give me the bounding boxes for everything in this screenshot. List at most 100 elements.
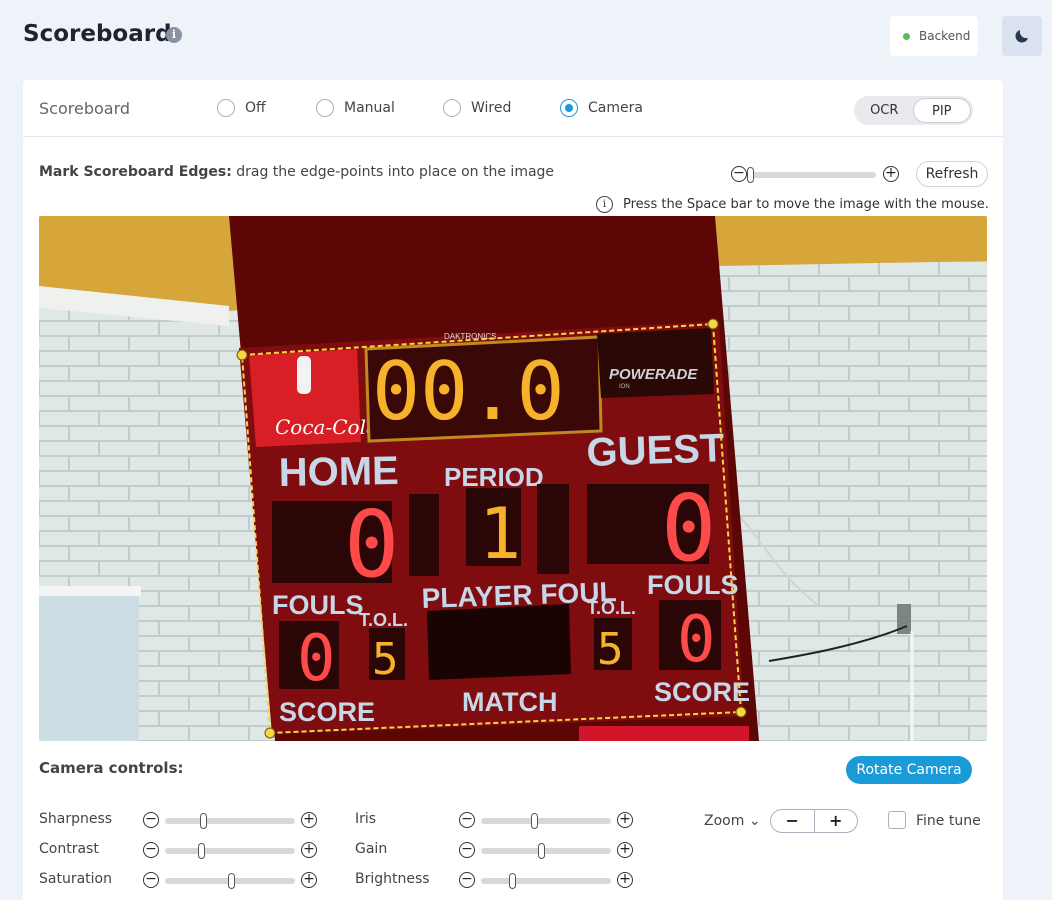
period-value: 1 bbox=[479, 493, 521, 575]
slider-thumb[interactable] bbox=[538, 843, 545, 859]
chevron-down-icon: ⌄ bbox=[748, 813, 761, 829]
ocr-option[interactable]: OCR bbox=[856, 98, 913, 123]
radio-circle[interactable] bbox=[316, 99, 334, 117]
radio-camera-label: Camera bbox=[588, 100, 643, 116]
slider-thumb[interactable] bbox=[747, 167, 754, 183]
control-label: Saturation bbox=[39, 871, 112, 887]
radio-circle-selected[interactable] bbox=[560, 99, 578, 117]
guest-label: GUEST bbox=[586, 426, 725, 475]
camera-image[interactable]: DAKTRONICS Coca-Cola 00.0 POWERADE ION H… bbox=[39, 216, 987, 741]
status-dot-icon bbox=[903, 32, 910, 40]
fouls-label-left: FOULS bbox=[272, 590, 364, 620]
source-selector: Scoreboard Off Manual Wired Camera OCR P… bbox=[23, 80, 1003, 137]
slider-thumb[interactable] bbox=[509, 873, 516, 889]
backend-label: Backend bbox=[919, 29, 971, 43]
info-circle-icon: i bbox=[596, 196, 613, 213]
decrease-icon[interactable]: − bbox=[143, 842, 159, 858]
hint-text: Press the Space bar to move the image wi… bbox=[623, 197, 989, 212]
increase-icon[interactable]: + bbox=[301, 872, 317, 888]
increase-icon[interactable]: + bbox=[301, 842, 317, 858]
radio-manual-label: Manual bbox=[344, 100, 395, 116]
info-icon[interactable]: i bbox=[166, 27, 182, 43]
decrease-icon[interactable]: − bbox=[459, 872, 475, 888]
slider-track[interactable] bbox=[750, 172, 876, 178]
page-title: Scoreboard bbox=[23, 21, 172, 47]
mark-edges-subtitle: drag the edge-points into place on the i… bbox=[231, 164, 555, 180]
slider-track[interactable] bbox=[165, 818, 295, 824]
radio-camera[interactable]: Camera bbox=[560, 99, 643, 117]
fine-tune-label: Fine tune bbox=[916, 813, 981, 829]
increase-icon[interactable]: + bbox=[617, 872, 633, 888]
increase-icon[interactable]: + bbox=[617, 812, 633, 828]
zoom-plus-button[interactable]: + bbox=[815, 810, 858, 832]
scoreboard-photo: DAKTRONICS Coca-Cola 00.0 POWERADE ION H… bbox=[39, 216, 987, 741]
refresh-button[interactable]: Refresh bbox=[916, 161, 988, 187]
fine-tune-checkbox[interactable] bbox=[888, 811, 906, 829]
tol-label-right: T.O.L. bbox=[587, 598, 636, 618]
radio-off-label: Off bbox=[245, 100, 266, 116]
tol-label-left: T.O.L. bbox=[359, 610, 408, 630]
guest-tol: 5 bbox=[597, 624, 624, 675]
mark-edges-instructions: Mark Scoreboard Edges: drag the edge-poi… bbox=[39, 164, 554, 180]
slider-thumb[interactable] bbox=[198, 843, 205, 859]
moon-icon bbox=[1015, 30, 1028, 43]
edge-point-top-right[interactable] bbox=[707, 318, 719, 330]
zoom-button-group: − + bbox=[770, 809, 858, 833]
game-clock: 00.0 bbox=[372, 345, 565, 438]
zoom-out-icon[interactable]: − bbox=[731, 166, 747, 182]
source-label: Scoreboard bbox=[39, 99, 131, 118]
backend-status-badge[interactable]: Backend bbox=[890, 16, 978, 56]
score-label-right: SCORE bbox=[654, 677, 750, 707]
control-label: Contrast bbox=[39, 841, 99, 857]
slider-thumb[interactable] bbox=[228, 873, 235, 889]
rotate-camera-button[interactable]: Rotate Camera bbox=[846, 756, 972, 784]
home-label: HOME bbox=[278, 449, 399, 495]
cocacola-logo-text: Coca-Cola bbox=[275, 415, 378, 439]
score-label-left: SCORE bbox=[279, 697, 375, 727]
match-label: MATCH bbox=[462, 687, 557, 717]
decrease-icon[interactable]: − bbox=[143, 872, 159, 888]
ocr-pip-toggle[interactable]: OCR PIP bbox=[854, 96, 973, 125]
fouls-label-right: FOULS bbox=[647, 570, 739, 600]
control-label: Iris bbox=[355, 811, 377, 827]
slider-track[interactable] bbox=[481, 848, 611, 854]
radio-circle[interactable] bbox=[443, 99, 461, 117]
home-fouls: 0 bbox=[297, 622, 336, 696]
image-zoom-slider[interactable]: − + bbox=[731, 165, 907, 183]
increase-icon[interactable]: + bbox=[617, 842, 633, 858]
scoreboard-card: Scoreboard Off Manual Wired Camera OCR P… bbox=[23, 80, 1003, 900]
camera-controls-title: Camera controls: bbox=[39, 759, 184, 777]
radio-wired[interactable]: Wired bbox=[443, 99, 511, 117]
radio-circle[interactable] bbox=[217, 99, 235, 117]
radio-wired-label: Wired bbox=[471, 100, 512, 116]
pip-option[interactable]: PIP bbox=[912, 98, 971, 123]
zoom-dropdown[interactable]: Zoom ⌄ bbox=[704, 813, 761, 829]
edge-point-bottom-left[interactable] bbox=[264, 727, 276, 739]
guest-score: 0 bbox=[661, 475, 716, 582]
edge-point-top-left[interactable] bbox=[236, 349, 248, 361]
radio-manual[interactable]: Manual bbox=[316, 99, 395, 117]
decrease-icon[interactable]: − bbox=[459, 842, 475, 858]
slider-thumb[interactable] bbox=[200, 813, 207, 829]
mark-edges-title: Mark Scoreboard Edges: bbox=[39, 164, 232, 180]
decrease-icon[interactable]: − bbox=[459, 812, 475, 828]
slider-track[interactable] bbox=[165, 848, 295, 854]
radio-off[interactable]: Off bbox=[217, 99, 266, 117]
control-label: Gain bbox=[355, 841, 388, 857]
period-label: PERIOD bbox=[444, 462, 544, 492]
slider-thumb[interactable] bbox=[531, 813, 538, 829]
decrease-icon[interactable]: − bbox=[143, 812, 159, 828]
edge-point-bottom-right[interactable] bbox=[735, 706, 747, 718]
space-bar-hint: i Press the Space bar to move the image … bbox=[596, 196, 989, 213]
slider-track[interactable] bbox=[481, 878, 611, 884]
powerade-logo-text: POWERADE bbox=[609, 366, 698, 383]
guest-fouls: 0 bbox=[677, 603, 716, 677]
increase-icon[interactable]: + bbox=[301, 812, 317, 828]
zoom-in-icon[interactable]: + bbox=[883, 166, 899, 182]
zoom-minus-button[interactable]: − bbox=[771, 810, 815, 832]
control-label: Brightness bbox=[355, 871, 430, 887]
control-label: Sharpness bbox=[39, 811, 113, 827]
slider-track[interactable] bbox=[481, 818, 611, 824]
dark-mode-toggle[interactable] bbox=[1002, 16, 1042, 56]
powerade-sub-text: ION bbox=[619, 384, 630, 390]
